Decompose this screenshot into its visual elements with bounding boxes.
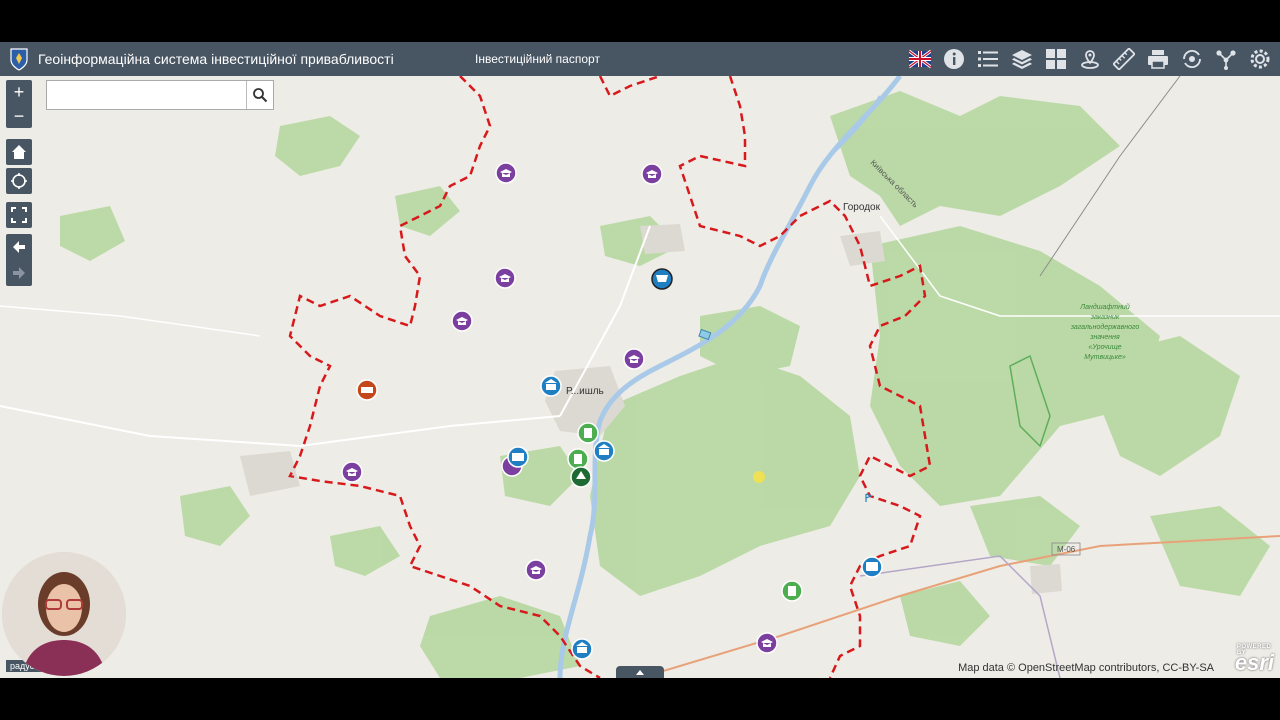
health-marker[interactable] (577, 422, 599, 444)
esri-logo: POWERED BY esri (1235, 644, 1274, 676)
search-icon (253, 88, 268, 103)
swipe-icon (1183, 49, 1201, 69)
office-marker[interactable] (507, 446, 529, 468)
education-marker[interactable] (623, 348, 645, 370)
investment-passport-link[interactable]: Інвестиційний паспорт (475, 52, 600, 66)
app-title: Геоінформаційна система інвестиційної пр… (38, 51, 394, 67)
search-input[interactable] (47, 81, 246, 109)
bank-marker[interactable] (571, 638, 593, 660)
arrow-right-icon (13, 267, 25, 279)
locate-button[interactable] (6, 168, 32, 194)
home-icon (12, 145, 26, 159)
education-marker[interactable] (756, 632, 778, 654)
basemap-gallery-icon (1046, 49, 1066, 69)
education-marker[interactable] (641, 163, 663, 185)
measure-button[interactable] (1110, 45, 1138, 73)
svg-text:загальнодержавного: загальнодержавного (1070, 323, 1140, 331)
fullscreen-icon (11, 207, 27, 223)
flag-uk-icon (909, 49, 931, 69)
health-marker[interactable] (567, 448, 589, 470)
search-button[interactable] (246, 81, 273, 109)
map-attribution: Map data © OpenStreetMap contributors, C… (958, 662, 1214, 674)
print-button[interactable] (1144, 45, 1172, 73)
health-marker[interactable] (781, 580, 803, 602)
education-marker[interactable] (494, 267, 516, 289)
legend-button[interactable] (974, 45, 1002, 73)
about-button[interactable] (940, 45, 968, 73)
app-window: Геоінформаційна система інвестиційної пр… (0, 42, 1280, 678)
next-extent-button[interactable] (6, 260, 32, 286)
previous-extent-button[interactable] (6, 234, 32, 260)
cursor-highlight (753, 471, 765, 483)
crosshair-icon (11, 173, 27, 189)
education-marker[interactable] (341, 461, 363, 483)
zoom-out-button[interactable]: − (6, 104, 32, 128)
bank-marker[interactable] (540, 375, 562, 397)
layers-icon (1012, 50, 1032, 69)
print-icon (1148, 50, 1168, 69)
svg-text:значення: значення (1089, 334, 1120, 341)
education-marker[interactable] (525, 559, 547, 581)
presenter-image (2, 552, 126, 676)
language-button[interactable] (906, 45, 934, 73)
share-button[interactable] (1212, 45, 1240, 73)
bottom-panel-toggle[interactable] (616, 666, 664, 678)
location-button[interactable] (1076, 45, 1104, 73)
svg-text:Ландшафтний: Ландшафтний (1079, 303, 1130, 311)
info-icon (944, 49, 964, 69)
share-icon (1216, 50, 1236, 70)
bank-marker[interactable] (593, 440, 615, 462)
zoom-in-button[interactable]: + (6, 80, 32, 104)
list-icon (978, 51, 998, 67)
extent-navigation (6, 234, 32, 286)
label-town-main: Р...ишль (566, 386, 604, 397)
fullscreen-button[interactable] (6, 202, 32, 228)
education-marker[interactable] (451, 310, 473, 332)
toolbar (906, 45, 1274, 73)
app-header: Геоінформаційна система інвестиційної пр… (0, 42, 1280, 76)
map-canvas[interactable]: Городок Київська область М-06 Р...ишль Л… (0, 76, 1280, 678)
settings-button[interactable] (1246, 45, 1274, 73)
layer-list-button[interactable] (1008, 45, 1036, 73)
svg-text:заказник: заказник (1090, 314, 1120, 321)
label-road-m06: М-06 (1057, 545, 1076, 554)
presenter-webcam (2, 552, 126, 676)
basemap-gallery-button[interactable] (1042, 45, 1070, 73)
swipe-button[interactable] (1178, 45, 1206, 73)
esri-powered-label: POWERED BY (1236, 644, 1272, 656)
shop-marker[interactable] (651, 268, 673, 290)
coat-of-arms-icon (10, 48, 28, 71)
label-gorodok: Городок (843, 202, 881, 213)
settings-icon (1250, 49, 1270, 69)
search-box (46, 80, 274, 110)
svg-text:«Урочище: «Урочище (1088, 344, 1121, 351)
industry-marker[interactable] (356, 379, 378, 401)
transport-marker[interactable] (861, 556, 883, 578)
measure-icon (1113, 48, 1135, 70)
education-marker[interactable] (495, 162, 517, 184)
svg-text:Мутвицьке»: Мутвицьке» (1084, 354, 1126, 361)
zoom-control: + − (6, 80, 32, 128)
arrow-left-icon (13, 241, 25, 253)
home-button[interactable] (6, 139, 32, 165)
location-icon (1081, 50, 1099, 69)
park-marker[interactable] (570, 466, 592, 488)
